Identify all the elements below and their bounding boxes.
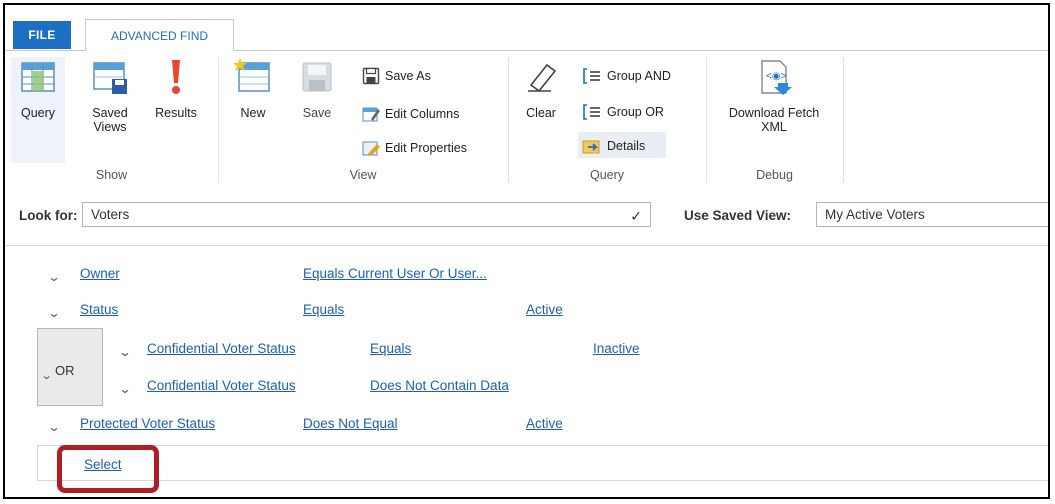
- new-view-icon: [231, 57, 275, 100]
- query-group-label: Query: [589, 168, 625, 182]
- exclamation-icon: [148, 57, 204, 100]
- details-icon: [582, 140, 600, 154]
- new-criteria-row: [37, 445, 1048, 481]
- look-for-select[interactable]: Voters ✓: [82, 202, 651, 227]
- results-label: Results: [155, 106, 197, 120]
- group-divider: [508, 57, 509, 183]
- edit-properties-button[interactable]: Edit Properties: [362, 139, 467, 157]
- group-and-button[interactable]: Group AND: [582, 67, 671, 85]
- criteria-field-owner[interactable]: Owner: [80, 266, 120, 281]
- edit-columns-button[interactable]: Edit Columns: [362, 105, 459, 123]
- saved-views-label-1: Saved: [92, 106, 128, 120]
- save-disk-icon: [295, 57, 339, 100]
- row-menu-chevron-icon[interactable]: ⌄: [47, 270, 60, 284]
- save-as-icon: [362, 67, 380, 85]
- criteria-field-status[interactable]: Status: [80, 302, 118, 317]
- criteria-operator[interactable]: Does Not Equal: [303, 416, 398, 431]
- saved-views-icon: [85, 57, 135, 100]
- group-divider: [843, 57, 844, 183]
- ribbon-tabbar: FILE ADVANCED FIND: [5, 5, 1048, 51]
- saved-view-label: Use Saved View:: [684, 208, 792, 223]
- details-label: Details: [607, 139, 646, 153]
- row-menu-chevron-icon[interactable]: ⌄: [47, 420, 60, 434]
- edit-properties-icon: [362, 141, 380, 156]
- row-menu-chevron-icon[interactable]: ⌄: [118, 345, 131, 359]
- download-fetch-xml-button[interactable]: <◉> Download Fetch XML: [711, 57, 837, 134]
- save-as-label: Save As: [385, 69, 431, 83]
- view-group-label: View: [349, 168, 377, 182]
- query-label: Query: [20, 106, 56, 120]
- details-button[interactable]: Details: [582, 137, 645, 155]
- save-button[interactable]: Save: [295, 57, 339, 120]
- group-and-label: Group AND: [607, 69, 671, 83]
- svg-text:<◉>: <◉>: [766, 71, 787, 82]
- criteria-value[interactable]: Inactive: [593, 341, 640, 356]
- download-fetch-label-1: Download Fetch: [728, 106, 820, 120]
- show-group-label: Show: [95, 168, 128, 182]
- row-menu-chevron-icon[interactable]: ⌄: [47, 306, 60, 320]
- chevron-down-icon: ✓: [630, 208, 642, 224]
- criteria-value[interactable]: Active: [526, 302, 563, 317]
- saved-view-select[interactable]: My Active Voters: [816, 202, 1048, 227]
- new-label: New: [240, 106, 266, 120]
- group-or-button[interactable]: Group OR: [582, 103, 664, 121]
- clear-label: Clear: [526, 106, 556, 120]
- criteria-operator[interactable]: Equals Current User Or User...: [303, 266, 487, 281]
- criteria-operator[interactable]: Equals: [370, 341, 411, 356]
- criteria-field-confidential[interactable]: Confidential Voter Status: [147, 341, 296, 356]
- group-divider: [218, 57, 219, 183]
- save-label: Save: [302, 106, 332, 120]
- edit-columns-label: Edit Columns: [385, 107, 460, 121]
- download-fetch-label-2: XML: [761, 120, 787, 134]
- look-for-bar: Look for: Voters ✓ Use Saved View: My Ac…: [5, 189, 1048, 246]
- edit-properties-label: Edit Properties: [385, 141, 467, 155]
- row-menu-chevron-icon[interactable]: ⌄: [118, 382, 131, 396]
- criteria-field-protected[interactable]: Protected Voter Status: [80, 416, 215, 431]
- criteria-operator[interactable]: Does Not Contain Data: [370, 378, 509, 393]
- saved-view-value: My Active Voters: [825, 207, 925, 222]
- query-button[interactable]: Query: [13, 57, 63, 120]
- annotation-highlight-box: [57, 445, 159, 493]
- group-or-label: Group OR: [607, 105, 664, 119]
- group-divider: [706, 57, 707, 183]
- criteria-operator[interactable]: Equals: [303, 302, 344, 317]
- eraser-icon: [519, 57, 563, 100]
- look-for-value: Voters: [91, 207, 130, 222]
- download-xml-icon: <◉>: [711, 57, 837, 100]
- advanced-find-window: FILE ADVANCED FIND Query Saved Views Res…: [3, 3, 1050, 499]
- save-as-button[interactable]: Save As: [362, 67, 431, 85]
- tab-file[interactable]: FILE: [13, 21, 71, 49]
- query-grid-icon: [13, 57, 63, 100]
- saved-views-label-2: Views: [93, 120, 127, 134]
- criteria-field-confidential[interactable]: Confidential Voter Status: [147, 378, 296, 393]
- or-group-chevron-icon[interactable]: ⌄: [41, 369, 53, 382]
- group-and-icon: [583, 68, 600, 84]
- debug-group-label: Debug: [756, 168, 793, 182]
- group-or-icon: [583, 104, 600, 120]
- new-button[interactable]: New: [231, 57, 275, 120]
- look-for-label: Look for:: [19, 208, 78, 223]
- edit-columns-icon: [362, 107, 380, 122]
- ribbon: Query Saved Views Results Show New Save …: [5, 50, 1048, 190]
- tab-advanced-find[interactable]: ADVANCED FIND: [85, 19, 234, 51]
- clear-button[interactable]: Clear: [519, 57, 563, 120]
- results-button[interactable]: Results: [148, 57, 204, 120]
- saved-views-button[interactable]: Saved Views: [85, 57, 135, 134]
- or-group-label: OR: [55, 363, 75, 378]
- criteria-value[interactable]: Active: [526, 416, 563, 431]
